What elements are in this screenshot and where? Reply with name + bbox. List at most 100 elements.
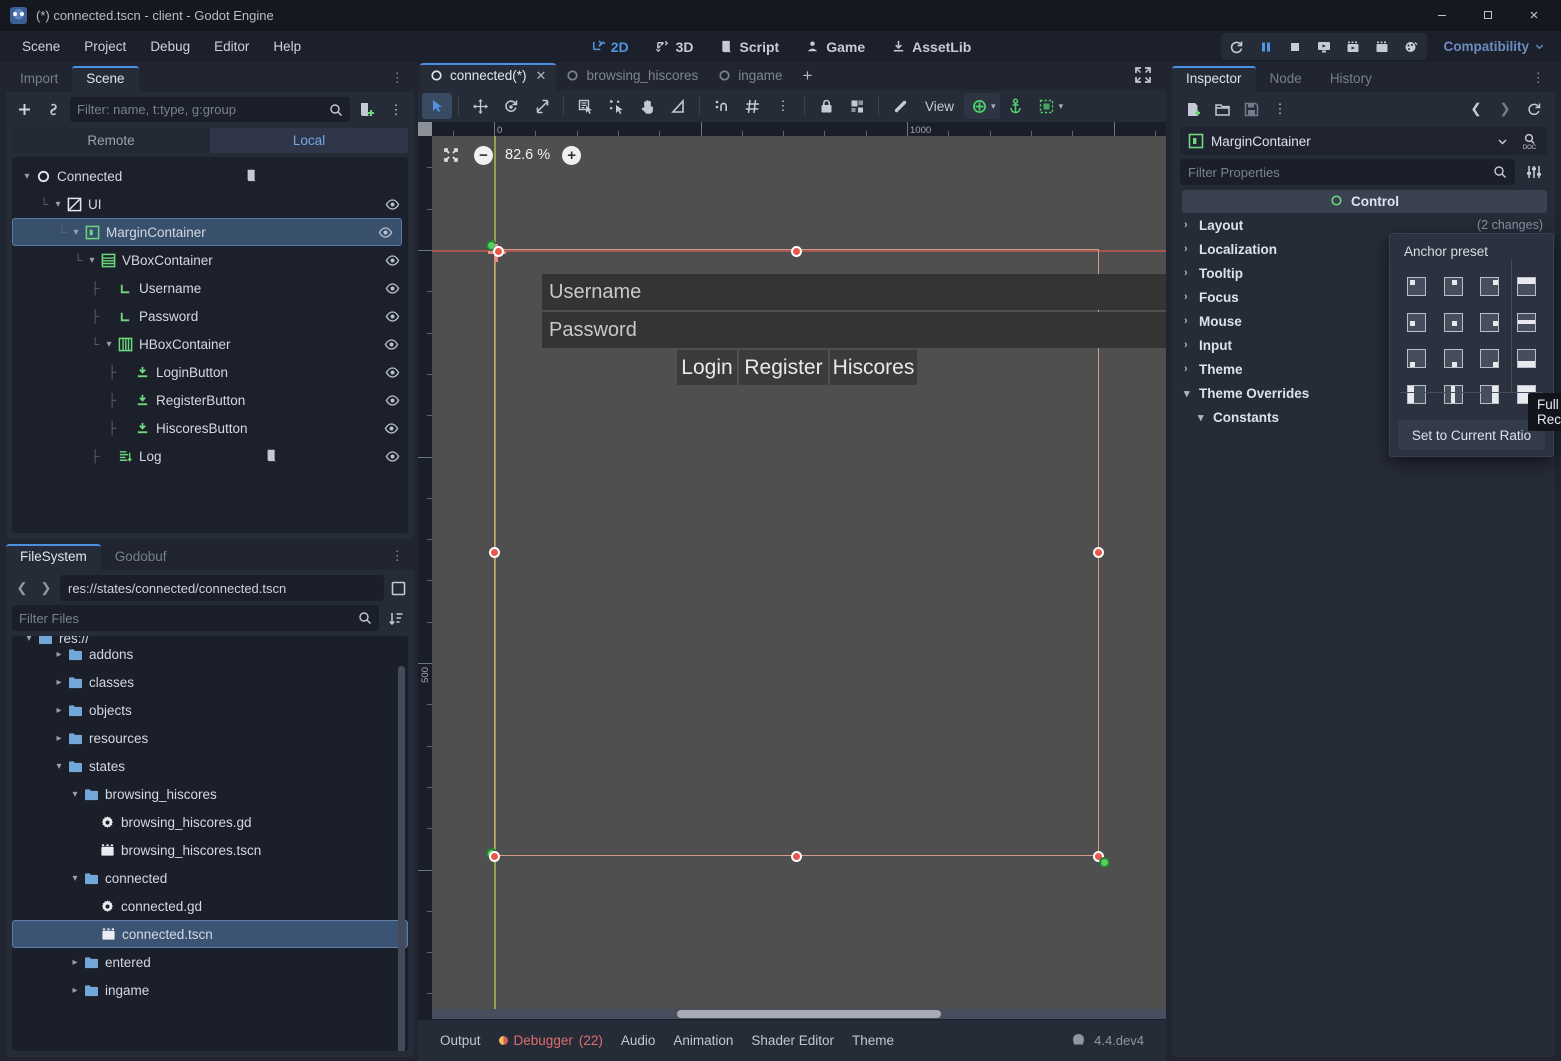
tree-expand-arrow[interactable]: ▸ xyxy=(52,649,66,660)
filesystem-node-connected-gd[interactable]: connected.gd xyxy=(12,892,408,920)
bottom-panel-audio[interactable]: Audio xyxy=(621,1033,656,1048)
bottom-panel-shader-editor[interactable]: Shader Editor xyxy=(751,1033,834,1048)
node-visibility-icon[interactable] xyxy=(382,365,402,380)
filesystem-node-resources[interactable]: ▸ resources xyxy=(12,724,408,752)
node-visibility-icon[interactable] xyxy=(382,393,402,408)
reload-icon[interactable] xyxy=(1223,34,1251,59)
filesystem-node-browsing-hiscores-tscn[interactable]: browsing_hiscores.tscn xyxy=(12,836,408,864)
canvas-surface[interactable]: Username Password Login Register Hiscore xyxy=(432,136,1166,1019)
zoom-out-button[interactable]: − xyxy=(474,145,493,165)
nav-forward-icon[interactable]: ❯ xyxy=(36,577,56,599)
filesystem-tree[interactable]: ▾ res:// ▸ addons ▸ classes ▸ objects ▸ resource… xyxy=(12,636,408,1051)
tree-expand-arrow[interactable]: ▸ xyxy=(68,957,82,968)
scene-dock-menu-icon[interactable]: ⋮ xyxy=(382,70,415,92)
property-filter-box[interactable] xyxy=(1180,159,1515,185)
node-visibility-icon[interactable] xyxy=(382,449,402,464)
scene-tree-node-loginbutton[interactable]: ├ LoginButton xyxy=(12,358,408,386)
tab-script[interactable]: Script xyxy=(709,35,791,59)
anchor-preset-top-right[interactable] xyxy=(1472,268,1509,304)
add-scene-tab-button[interactable]: + xyxy=(793,63,823,89)
pan-mode-icon[interactable] xyxy=(632,93,662,119)
anchor-preset-top-left[interactable] xyxy=(1398,268,1435,304)
filesystem-node-addons[interactable]: ▸ addons xyxy=(12,640,408,668)
property-filter-input[interactable] xyxy=(1188,164,1493,180)
resize-handle-top-left[interactable] xyxy=(493,246,504,257)
container-sizing-icon[interactable] xyxy=(1032,93,1062,119)
bottom-panel-output[interactable]: Output xyxy=(440,1033,481,1048)
node-script-icon[interactable] xyxy=(265,448,279,465)
node-script-icon[interactable] xyxy=(245,168,259,185)
tab-assetlib[interactable]: AssetLib xyxy=(880,35,982,59)
ruler-mode-icon[interactable] xyxy=(663,93,693,119)
anchor-preset-button[interactable]: ▾ xyxy=(964,93,1000,119)
tab-inspector[interactable]: Inspector xyxy=(1172,66,1256,92)
tab-2d[interactable]: 2D xyxy=(579,35,640,59)
create-script-icon[interactable] xyxy=(355,98,379,122)
scene-filter-input[interactable] xyxy=(77,102,329,117)
resize-handle-bottom-center[interactable] xyxy=(791,851,802,862)
canvas-hscrollbar[interactable] xyxy=(432,1009,1166,1019)
anchor-preset-bottom-left[interactable] xyxy=(1398,340,1435,376)
tree-expand-arrow[interactable]: ▸ xyxy=(52,705,66,716)
filesystem-node-browsing-hiscores[interactable]: ▾ browsing_hiscores xyxy=(12,780,408,808)
anchor-preset-center[interactable] xyxy=(1435,304,1472,340)
open-documentation-icon[interactable]: DOC xyxy=(1520,132,1539,151)
filesystem-node-states[interactable]: ▾ states xyxy=(12,752,408,780)
node-visibility-icon[interactable] xyxy=(375,225,395,240)
movie-writer-icon[interactable] xyxy=(1397,34,1425,59)
smart-snap-icon[interactable] xyxy=(706,93,736,119)
node-visibility-icon[interactable] xyxy=(382,253,402,268)
skeleton-options-icon[interactable] xyxy=(885,93,915,119)
stop-icon[interactable] xyxy=(1281,34,1309,59)
rotate-mode-icon[interactable] xyxy=(496,93,526,119)
anchor-preset-left-wide[interactable] xyxy=(1398,376,1435,412)
resize-handle-middle-left[interactable] xyxy=(489,547,500,558)
history-forward-icon[interactable]: ❯ xyxy=(1492,97,1518,121)
filesystem-node-objects[interactable]: ▸ objects xyxy=(12,696,408,724)
scene-tree[interactable]: ▾ Connected └ ▾ UI └ ▾ MarginContainer └ ▾ VBoxCon… xyxy=(12,157,408,533)
minimize-button[interactable] xyxy=(1419,0,1465,31)
filesystem-node-connected[interactable]: ▾ connected xyxy=(12,864,408,892)
scene-tree-node-connected[interactable]: ▾ Connected xyxy=(12,162,408,190)
inspected-object-bar[interactable]: MarginContainer DOC xyxy=(1180,127,1547,155)
filesystem-node-browsing-hiscores-gd[interactable]: browsing_hiscores.gd xyxy=(12,808,408,836)
instantiate-scene-icon[interactable] xyxy=(41,98,65,122)
inspector-dock-menu-icon[interactable]: ⋮ xyxy=(1523,70,1556,92)
tree-expand-arrow[interactable]: ▾ xyxy=(68,873,82,884)
tab-3d[interactable]: 3D xyxy=(644,35,705,59)
tree-expand-arrow[interactable]: ▾ xyxy=(85,255,99,266)
anchor-preset-top-center[interactable] xyxy=(1435,268,1472,304)
scene-tab-connected[interactable]: connected(*) ✕ xyxy=(420,62,557,90)
anchor-preset-bottom-wide[interactable] xyxy=(1508,340,1545,376)
toggle-advanced-properties-icon[interactable] xyxy=(1521,160,1547,184)
container-sizing-button[interactable]: ▾ xyxy=(1032,93,1068,119)
move-mode-icon[interactable] xyxy=(465,93,495,119)
scene-tree-node-margincontainer[interactable]: └ ▾ MarginContainer xyxy=(12,218,402,246)
ruler-corner[interactable] xyxy=(418,122,432,136)
node-visibility-icon[interactable] xyxy=(382,197,402,212)
zoom-percentage[interactable]: 82.6 % xyxy=(505,147,550,163)
scene-tree-node-hiscoresbutton[interactable]: ├ HiscoresButton xyxy=(12,414,408,442)
node-visibility-icon[interactable] xyxy=(382,337,402,352)
anchor-preset-top-wide[interactable] xyxy=(1508,268,1545,304)
scene-tree-node-vboxcontainer[interactable]: └ ▾ VBoxContainer xyxy=(12,246,408,274)
grid-snap-icon[interactable] xyxy=(737,93,767,119)
anchor-preset-center-right[interactable] xyxy=(1472,304,1509,340)
anchor-point-icon[interactable] xyxy=(1001,93,1031,119)
filesystem-node-res-root[interactable]: ▾ res:// xyxy=(12,636,408,644)
scene-tree-node-ui[interactable]: └ ▾ UI xyxy=(12,190,408,218)
run-project-icon[interactable] xyxy=(1310,34,1338,59)
move-pivot-icon[interactable] xyxy=(601,93,631,119)
toggle-local[interactable]: Local xyxy=(210,128,408,153)
add-node-icon[interactable] xyxy=(12,98,36,122)
pause-icon[interactable] xyxy=(1252,34,1280,59)
tab-game[interactable]: Game xyxy=(794,35,876,59)
resize-handle-top-center[interactable] xyxy=(791,246,802,257)
scene-tree-node-registerbutton[interactable]: ├ RegisterButton xyxy=(12,386,408,414)
nav-back-icon[interactable]: ❮ xyxy=(12,577,32,599)
scene-tree-node-log[interactable]: ├ Log xyxy=(12,442,408,470)
resize-handle-middle-right[interactable] xyxy=(1093,547,1104,558)
close-tab-icon[interactable]: ✕ xyxy=(536,68,547,84)
bottom-panel-debugger[interactable]: Debugger (22) xyxy=(498,1033,603,1048)
view-menu-button[interactable]: View xyxy=(916,99,963,114)
